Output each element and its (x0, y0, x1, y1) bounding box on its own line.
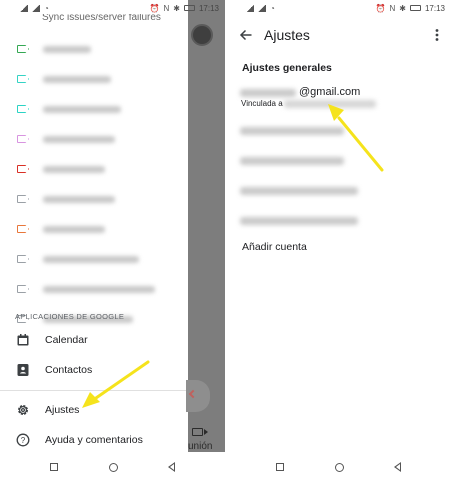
contacts-icon (16, 363, 30, 377)
status-time: 17:13 (198, 3, 219, 13)
label-icon (17, 225, 29, 233)
help-label: Ayuda y comentarios (45, 434, 143, 446)
label-icon (17, 195, 29, 203)
redacted-label-name (43, 165, 105, 173)
label-icon (17, 135, 29, 143)
redacted-email-prefix (240, 89, 296, 97)
label-icon (17, 255, 29, 263)
navigation-drawer: Sync issues/server failures APLICACIONES… (0, 0, 188, 452)
redacted-label-name (43, 285, 155, 293)
drawer-item-help[interactable]: ? Ayuda y comentarios (0, 426, 188, 454)
add-account-item[interactable]: Añadir cuenta (242, 241, 307, 253)
redacted-label-name (43, 255, 139, 263)
google-apps-header: APLICACIONES DE GOOGLE (15, 312, 125, 321)
recents-button[interactable] (50, 463, 59, 471)
label-icon (17, 75, 29, 83)
redacted-label-name (43, 75, 111, 83)
back-button[interactable] (393, 462, 401, 472)
back-button[interactable] (167, 462, 175, 472)
account-email-suffix: @gmail.com (299, 86, 361, 98)
page-title: Ajustes (264, 27, 310, 43)
redacted-account (240, 187, 358, 195)
signal-icon-2 (258, 4, 266, 12)
redacted-account (240, 217, 358, 225)
home-button[interactable] (334, 462, 344, 472)
battery-icon (409, 5, 421, 11)
account-item-4[interactable] (226, 180, 450, 208)
compose-fab-behind (186, 380, 210, 412)
battery-icon (183, 5, 195, 11)
drawer-label-item[interactable] (0, 124, 188, 154)
redacted-label-name (43, 135, 115, 143)
drawer-item-calendar[interactable]: Calendar (0, 326, 188, 354)
drawer-label-item[interactable] (0, 184, 188, 214)
redacted-linked-account (284, 100, 376, 108)
nfc-icon: N (163, 3, 170, 13)
system-nav-bar (226, 452, 450, 482)
redacted-account (240, 157, 344, 165)
drawer-label-item[interactable] (0, 154, 188, 184)
drawer-label-item[interactable] (0, 34, 188, 64)
system-nav-bar (0, 452, 225, 482)
avatar (191, 24, 213, 46)
label-list (0, 34, 188, 334)
label-icon (17, 105, 29, 113)
drawer-label-item[interactable] (0, 214, 188, 244)
calendar-label: Calendar (45, 334, 88, 346)
settings-label: Ajustes (45, 404, 80, 416)
label-icon (17, 45, 29, 53)
redacted-label-name (43, 45, 91, 53)
signal-icon (20, 4, 28, 12)
back-arrow-icon[interactable] (239, 28, 253, 42)
account-item-2[interactable] (226, 120, 450, 148)
recents-button[interactable] (276, 463, 285, 471)
drawer-divider (0, 390, 188, 391)
status-left-icons: ◔ (246, 4, 275, 13)
status-right-icons: ⏰ N ✱ 17:13 (376, 4, 445, 13)
drawer-item-settings[interactable]: Ajustes (0, 396, 188, 424)
calendar-icon (16, 333, 30, 347)
bluetooth-icon: ✱ (173, 3, 180, 13)
general-settings-item[interactable]: Ajustes generales (242, 62, 332, 74)
redacted-label-name (43, 195, 115, 203)
status-time: 17:13 (424, 3, 445, 13)
top-app-bar: Ajustes (226, 16, 450, 54)
redacted-label-name (43, 225, 105, 233)
label-icon (17, 285, 29, 293)
contacts-label: Contactos (45, 364, 93, 376)
drawer-label-item[interactable] (0, 64, 188, 94)
status-bar: ◔ ⏰ N ✱ 17:13 (226, 0, 450, 16)
alarm-icon: ⏰ (375, 3, 386, 13)
linked-label: Vinculada a (241, 99, 283, 108)
svg-text:?: ? (21, 436, 26, 445)
label-icon (17, 165, 29, 173)
drawer-label-item[interactable] (0, 94, 188, 124)
right-phone-screen: ◔ ⏰ N ✱ 17:13 Ajustes Ajustes generales … (226, 0, 450, 482)
home-button[interactable] (108, 462, 118, 472)
status-bar: ◔ ⏰ N ✱ 17:13 (0, 0, 225, 16)
alarm-icon: ⏰ (149, 3, 160, 13)
drawer-label-item[interactable] (0, 274, 188, 304)
wifi-icon: ◔ (270, 3, 275, 13)
nfc-icon: N (389, 3, 396, 13)
more-options-icon[interactable] (435, 28, 439, 42)
redacted-label-name (43, 105, 121, 113)
account-item-3[interactable] (226, 150, 450, 178)
drawer-item-contacts[interactable]: Contactos (0, 356, 188, 384)
signal-icon-2 (32, 4, 40, 12)
left-phone-screen: ◔ ⏰ N ✱ 17:13 unión Sync issues/server f… (0, 0, 225, 482)
redacted-account (240, 127, 344, 135)
gear-icon (16, 403, 30, 417)
wifi-icon: ◔ (44, 3, 49, 13)
status-right-icons: ⏰ N ✱ 17:13 (150, 4, 219, 13)
status-left-icons: ◔ (20, 4, 49, 13)
drawer-label-item[interactable] (0, 244, 188, 274)
help-icon: ? (16, 433, 30, 447)
bluetooth-icon: ✱ (399, 3, 406, 13)
signal-icon (246, 4, 254, 12)
account-item-5[interactable] (226, 210, 450, 238)
video-icon (192, 428, 208, 436)
meet-tab-label: unión (188, 441, 213, 452)
